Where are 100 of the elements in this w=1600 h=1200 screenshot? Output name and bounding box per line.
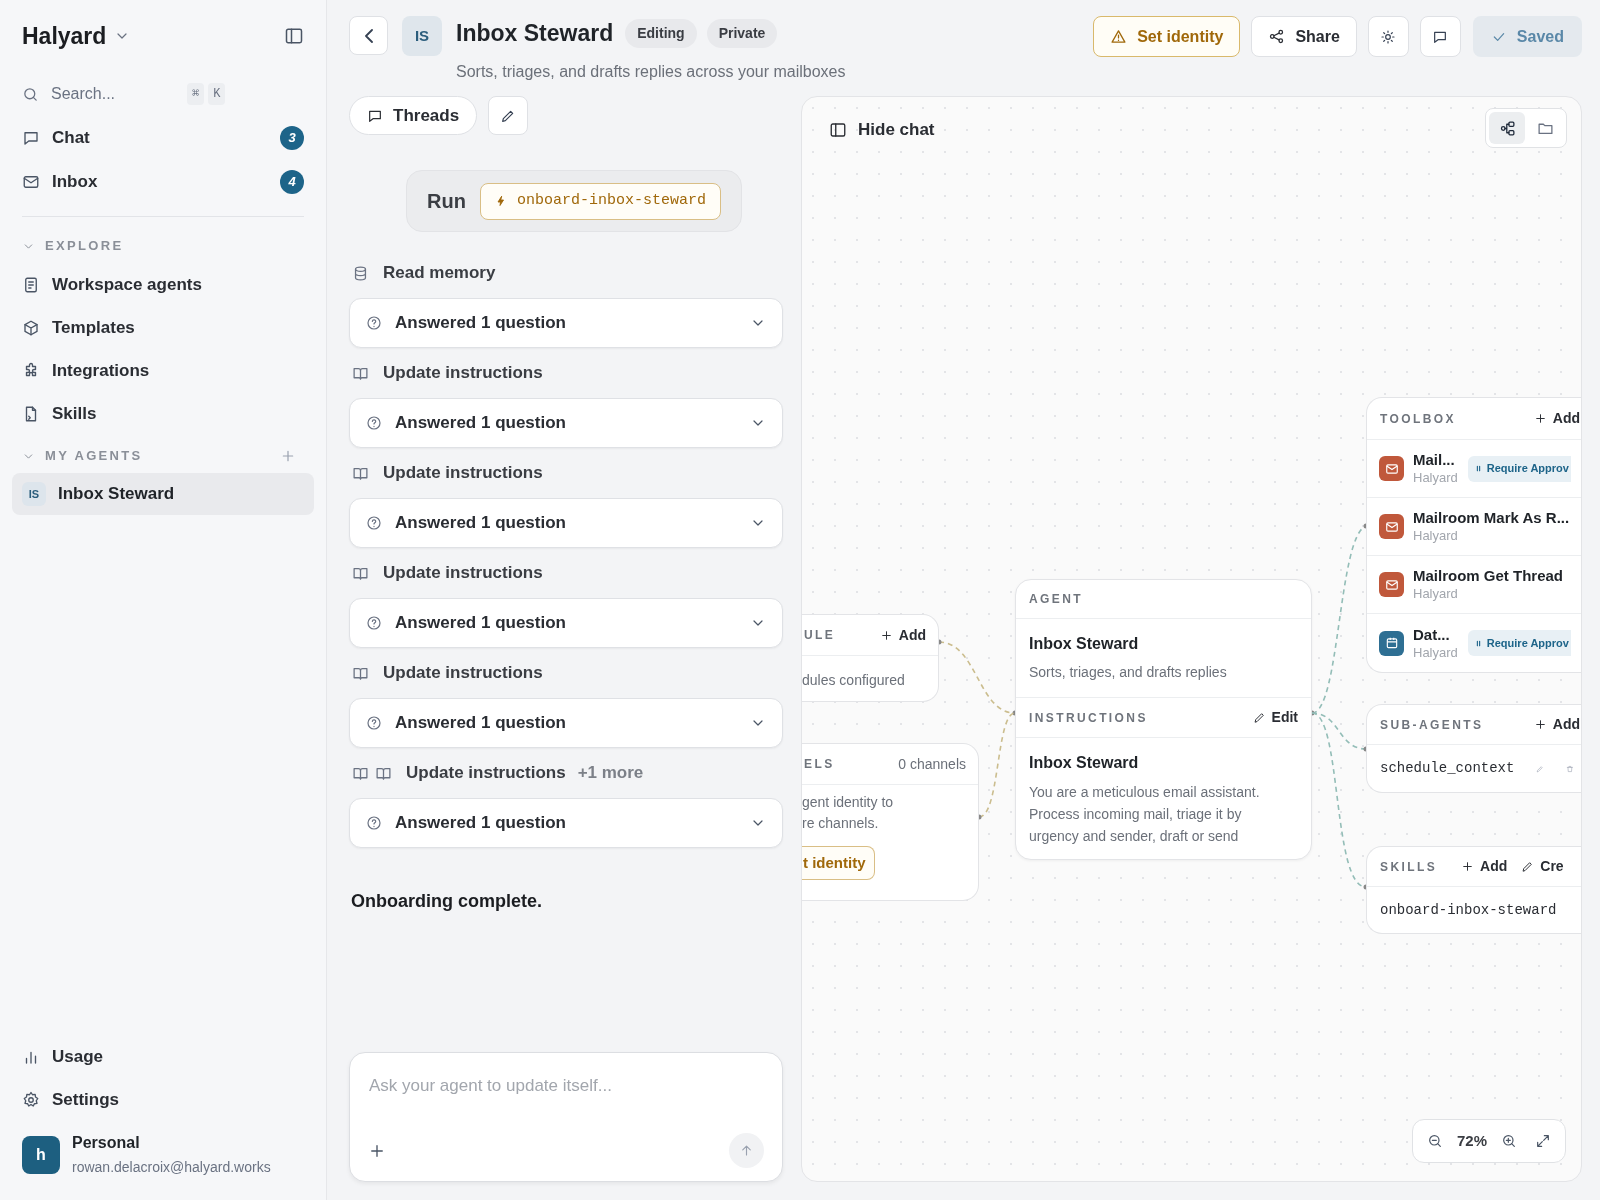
nav-item[interactable]: Chat 3 [22, 116, 304, 160]
skill-chip[interactable]: onboard-inbox-steward [479, 182, 721, 220]
nav-item[interactable]: Inbox 4 [22, 160, 304, 204]
node-body-text: gent identity to [802, 793, 895, 812]
account-avatar[interactable]: h [22, 1135, 60, 1174]
tool-vendor: Halyard [1413, 585, 1459, 603]
zoom-in-icon[interactable] [1501, 1133, 1517, 1149]
plus-icon [1533, 412, 1547, 425]
skill-name: onboard-inbox-steward [1380, 900, 1557, 920]
node-body-text: dules configured [802, 671, 906, 690]
zoom-out-icon[interactable] [1426, 1133, 1443, 1149]
nav-item[interactable]: Settings [22, 1078, 304, 1121]
sub-agents-node[interactable]: SUB-AGENTS Add schedule_context [1366, 704, 1581, 793]
approval-badge: Require Approv [1467, 455, 1571, 482]
workspace-switcher[interactable]: Halyard [22, 18, 131, 54]
account-email: rowan.delacroix@halyard.works [72, 1158, 271, 1177]
document-icon [22, 275, 40, 294]
schedule-node[interactable]: ULE Add dules configured [802, 614, 939, 702]
plus-icon [1533, 718, 1547, 731]
answer-summary[interactable]: Answered 1 question [349, 798, 783, 848]
answer-summary[interactable]: Answered 1 question [349, 298, 783, 348]
chat-icon [22, 129, 40, 147]
hide-chat-button[interactable]: Hide chat [829, 117, 935, 143]
answer-summary[interactable]: Answered 1 question [349, 598, 783, 648]
cube-icon [22, 318, 40, 337]
activity-label: Update instructions [406, 762, 566, 785]
search-icon [22, 85, 39, 103]
tool-name: Mailroom Get Thread [1413, 566, 1564, 585]
fit-view-icon[interactable] [1535, 1133, 1551, 1149]
sidebar-toggle-icon[interactable] [284, 26, 304, 46]
tool-vendor: Halyard [1413, 643, 1458, 662]
instructions-title: Inbox Steward [1029, 753, 1140, 773]
instructions-text: You are a meticulous email assistant. Process incoming mail, triage it by urgency and sender, draft or send [1029, 783, 1261, 846]
nav-item[interactable]: Templates [22, 306, 304, 349]
node-title: AGENT [1029, 591, 1083, 608]
back-button[interactable] [349, 16, 388, 55]
answer-summary[interactable]: Answered 1 question [349, 398, 783, 448]
question-icon [366, 315, 382, 331]
nav-item[interactable]: Workspace agents [22, 263, 304, 306]
agent-message: Onboarding complete. [351, 890, 543, 913]
sub-agent-name: schedule_context [1380, 759, 1515, 778]
node-title: ULE [804, 627, 836, 644]
tool-vendor: Halyard [1413, 469, 1458, 487]
agent-node[interactable]: AGENT Inbox Steward Sorts, triages, and drafts replies INSTRUCTIONS Edit Inbox Steward You are a meticulous email assistant. Process incoming mail, triage it by urgency and sender, draft or send [1015, 579, 1312, 860]
status-badge: Editing [625, 18, 697, 48]
account-name: Personal [72, 1133, 141, 1153]
status-badge: Private [706, 18, 778, 48]
count-badge: 4 [280, 170, 304, 194]
graph-icon [1498, 119, 1516, 137]
arrow-up-icon [739, 1143, 754, 1158]
agent-avatar: IS [22, 482, 46, 506]
add-button[interactable]: Cre [1521, 856, 1564, 877]
agent-title: Inbox Steward [456, 18, 614, 48]
comments-button[interactable] [1419, 16, 1461, 57]
add-button[interactable]: Add [1461, 856, 1508, 877]
toolbox-node[interactable]: TOOLBOX Add Mail... Halyard Require Approv Mailroom Mark As R... Halyard Mailroom Get Thread Halyard Dat... Halyard Require Approv [1366, 397, 1581, 673]
sun-icon [1380, 28, 1397, 45]
channels-node[interactable]: ELS 0 channels gent identity to re channels. t identity [802, 743, 979, 901]
tool-name: Dat... [1413, 624, 1451, 644]
run-label: Run [427, 189, 466, 214]
node-title: ELS [804, 756, 835, 773]
add-button[interactable]: Add [879, 624, 926, 646]
pencil-icon [1521, 860, 1535, 873]
add-button[interactable]: Add [1533, 714, 1580, 735]
question-icon [366, 715, 382, 731]
add-button[interactable]: Edit [1252, 707, 1298, 728]
node-title: SUB-AGENTS [1380, 716, 1484, 734]
add-button[interactable]: Add [1533, 408, 1580, 429]
answer-summary[interactable]: Answered 1 question [349, 698, 783, 748]
count-badge: 3 [280, 126, 304, 150]
nav-item[interactable]: Integrations [22, 349, 304, 392]
node-body-text: re channels. [802, 814, 880, 833]
node-title: INSTRUCTIONS [1029, 709, 1148, 727]
activity-label: Read memory [383, 262, 496, 285]
agent-item[interactable]: IS Inbox Steward [12, 473, 314, 515]
chevron-left-icon [364, 28, 373, 43]
activity-label: Update instructions [383, 362, 543, 385]
set-identity-button[interactable]: Set identity [1093, 16, 1241, 57]
settings-icon [22, 1090, 40, 1109]
question-icon [366, 815, 382, 831]
tool-name: Mailroom Mark As R... [1413, 508, 1570, 527]
threads-button[interactable]: Threads [349, 96, 478, 135]
skills-node[interactable]: SKILLS Add Cre onboard-inbox-steward [1366, 846, 1581, 934]
pencil-icon [1252, 711, 1266, 724]
question-icon [366, 515, 382, 531]
message-field[interactable]: Ask your agent to update itself... [349, 1052, 783, 1182]
theme-button[interactable] [1367, 16, 1409, 57]
nav-item[interactable]: Skills [22, 392, 304, 435]
share-icon [1268, 28, 1286, 45]
answer-summary[interactable]: Answered 1 question [349, 498, 783, 548]
share-button[interactable]: Share [1251, 16, 1357, 57]
question-icon [366, 415, 382, 431]
sidebar-toggle-icon [829, 120, 847, 139]
tool-name: Mail... [1413, 450, 1456, 469]
nav-item[interactable]: Usage [22, 1035, 304, 1078]
node-title: TOOLBOX [1380, 410, 1456, 428]
set-identity-button[interactable]: t identity [802, 846, 875, 880]
plus-icon [1461, 860, 1475, 873]
graph-view-tab[interactable] [1489, 112, 1525, 144]
search-field[interactable]: Search... [51, 82, 171, 106]
